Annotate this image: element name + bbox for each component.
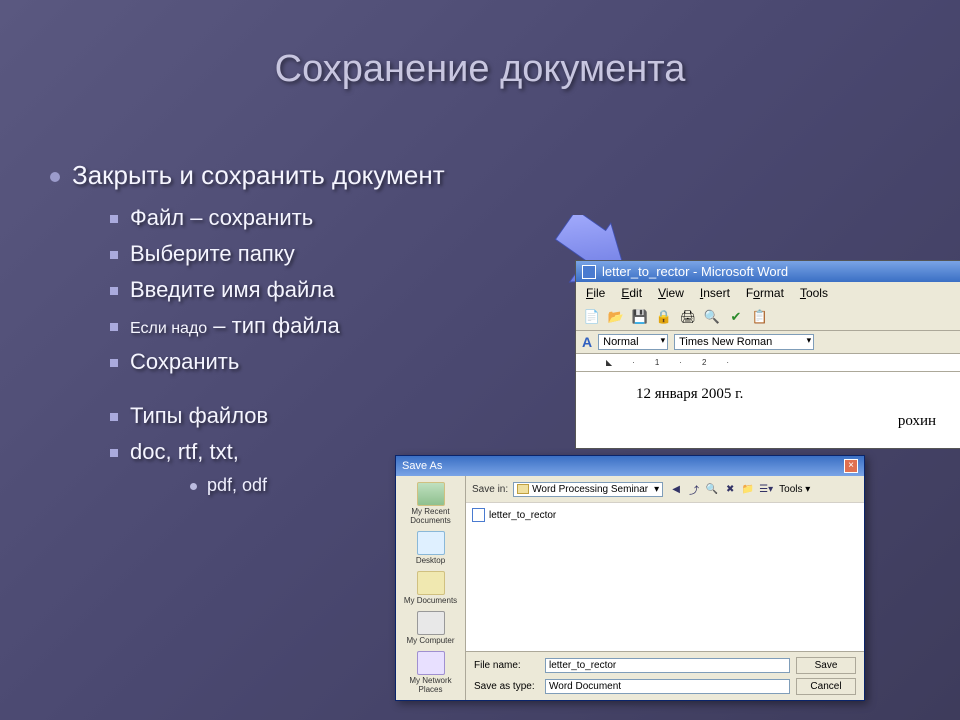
bullet-item-0: Файл – сохранить: [110, 205, 445, 231]
tools-dropdown[interactable]: Tools ▾: [779, 484, 810, 495]
save-icon[interactable]: 💾: [630, 307, 650, 327]
places-network[interactable]: My Network Places: [398, 649, 463, 696]
menu-file[interactable]: File: [580, 285, 611, 301]
places-desktop[interactable]: Desktop: [398, 529, 463, 567]
bullet-item-4: Сохранить: [110, 349, 445, 375]
places-network-label: My Network Places: [409, 676, 451, 694]
bullet-main: Закрыть и сохранить документ: [50, 160, 445, 191]
delete-icon[interactable]: ✖: [722, 481, 738, 497]
places-recent-label: My Recent Documents: [410, 507, 450, 525]
doc-name-fragment: рохин: [596, 413, 944, 430]
ruler-marker-icon[interactable]: ◣: [606, 358, 612, 367]
research-icon[interactable]: 📋: [750, 307, 770, 327]
dialog-places-bar: My Recent Documents Desktop My Documents…: [396, 476, 466, 700]
open-icon[interactable]: 📂: [606, 307, 626, 327]
permission-icon[interactable]: 🔒: [654, 307, 674, 327]
font-size-icon[interactable]: A: [582, 334, 592, 350]
word-app-icon: [582, 265, 596, 279]
slide-content: Закрыть и сохранить документ Файл – сохр…: [50, 160, 445, 504]
word-ruler[interactable]: ◣ ·1·2·: [576, 354, 960, 372]
print-preview-icon[interactable]: 🔍: [702, 307, 722, 327]
bullet-item-3-prefix: Если надо: [130, 320, 207, 337]
dialog-title-text: Save As: [402, 460, 442, 472]
close-icon[interactable]: ×: [844, 459, 858, 473]
word-format-bar: A Normal Times New Roman: [576, 331, 960, 354]
word-document-area[interactable]: 12 января 2005 г. рохин: [576, 372, 960, 448]
filename-label: File name:: [474, 660, 539, 671]
file-list[interactable]: letter_to_rector: [466, 503, 864, 651]
word-window: letter_to_rector - Microsoft Word File E…: [575, 260, 960, 449]
word-title-text: letter_to_rector - Microsoft Word: [602, 264, 788, 279]
slide-title: Сохранение документа: [0, 0, 960, 91]
views-icon[interactable]: ☰▾: [758, 481, 774, 497]
font-dropdown[interactable]: Times New Roman: [674, 334, 814, 350]
dialog-toolbar: Save in: Word Processing Seminar▾ ◀ ⤴ 🔍 …: [466, 476, 864, 503]
file-item-label: letter_to_rector: [489, 510, 556, 521]
spellcheck-icon[interactable]: ✔: [726, 307, 746, 327]
folder-icon: [517, 484, 529, 494]
places-mycomputer-label: My Computer: [406, 636, 454, 645]
worddoc-icon: [472, 508, 485, 522]
menu-insert[interactable]: Insert: [694, 285, 736, 301]
up-icon[interactable]: ⤴: [686, 481, 702, 497]
search-icon[interactable]: 🔍: [704, 481, 720, 497]
save-in-value: Word Processing Seminar: [532, 484, 648, 495]
savetype-dropdown[interactable]: Word Document: [545, 679, 790, 694]
file-item[interactable]: letter_to_rector: [470, 507, 860, 523]
computer-icon: [417, 611, 445, 635]
savetype-label: Save as type:: [474, 681, 539, 692]
save-in-dropdown[interactable]: Word Processing Seminar▾: [513, 482, 663, 497]
places-desktop-label: Desktop: [416, 556, 445, 565]
places-mycomputer[interactable]: My Computer: [398, 609, 463, 647]
save-in-label: Save in:: [472, 484, 508, 495]
save-button[interactable]: Save: [796, 657, 856, 674]
newfolder-icon[interactable]: 📁: [740, 481, 756, 497]
doc-date: 12 января 2005 г.: [596, 386, 944, 403]
recent-icon: [417, 482, 445, 506]
menu-format[interactable]: Format: [740, 285, 790, 301]
cancel-button[interactable]: Cancel: [796, 678, 856, 695]
bullet-item-2: Введите имя файла: [110, 277, 445, 303]
network-icon: [417, 651, 445, 675]
new-doc-icon[interactable]: 📄: [582, 307, 602, 327]
places-recent[interactable]: My Recent Documents: [398, 480, 463, 527]
places-mydocs[interactable]: My Documents: [398, 569, 463, 607]
word-menubar[interactable]: File Edit View Insert Format Tools: [576, 282, 960, 304]
desktop-icon: [417, 531, 445, 555]
places-mydocs-label: My Documents: [404, 596, 457, 605]
back-icon[interactable]: ◀: [668, 481, 684, 497]
save-as-dialog: Save As × My Recent Documents Desktop My…: [395, 455, 865, 701]
bullet-item-3: Если надо – тип файла: [110, 313, 445, 339]
menu-tools[interactable]: Tools: [794, 285, 834, 301]
bullet-types-header: Типы файлов: [110, 403, 445, 429]
menu-view[interactable]: View: [652, 285, 690, 301]
word-toolbar: 📄 📂 💾 🔒 🖨 🔍 ✔ 📋: [576, 304, 960, 331]
filename-input[interactable]: letter_to_rector: [545, 658, 790, 673]
bullet-item-1: Выберите папку: [110, 241, 445, 267]
folder-icon: [417, 571, 445, 595]
word-titlebar[interactable]: letter_to_rector - Microsoft Word: [576, 261, 960, 282]
bullet-item-3-suffix: – тип файла: [207, 313, 340, 338]
menu-edit[interactable]: Edit: [615, 285, 648, 301]
dialog-titlebar[interactable]: Save As ×: [396, 456, 864, 476]
style-dropdown[interactable]: Normal: [598, 334, 668, 350]
dialog-bottom: File name: letter_to_rector Save Save as…: [466, 651, 864, 700]
print-icon[interactable]: 🖨: [678, 307, 698, 327]
